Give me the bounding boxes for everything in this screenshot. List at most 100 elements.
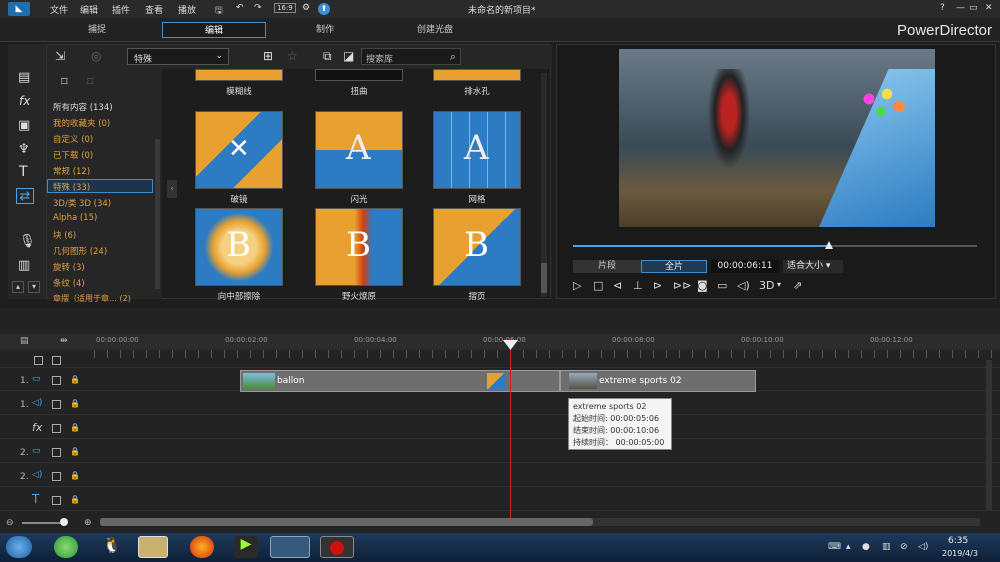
time-ruler[interactable]: 00:00:00:00 00:00:02:00 00:00:04:00 00:0…: [94, 334, 1000, 350]
category-item[interactable]: 所有内容 (134): [53, 101, 113, 113]
help-button[interactable]: ?: [940, 3, 945, 13]
view-mode-icon[interactable]: ◪: [343, 49, 354, 63]
save-icon[interactable]: 🖫: [215, 3, 223, 19]
redo-icon[interactable]: ↷: [254, 3, 262, 13]
play-icon[interactable]: ▷: [573, 279, 581, 292]
undock-icon[interactable]: ⇗: [793, 279, 802, 292]
chevron-down-icon[interactable]: ▾: [777, 280, 781, 289]
transition-thumbnail[interactable]: ✕: [195, 111, 283, 189]
category-scrollbar[interactable]: [155, 139, 160, 289]
category-item[interactable]: 块 (6): [53, 229, 76, 241]
pip-room-icon[interactable]: ▣: [18, 118, 30, 133]
video-clip[interactable]: extreme sports 02: [560, 370, 756, 392]
timecode-display[interactable]: 00:00:06:11: [711, 260, 779, 273]
tray-arrow-icon[interactable]: ▴: [846, 542, 851, 552]
track-enable-checkbox[interactable]: [52, 376, 61, 385]
fit-dropdown[interactable]: 适合大小 ▾: [783, 260, 843, 273]
menu-edit[interactable]: 编辑: [80, 3, 98, 16]
track-lock-icon[interactable]: 🔒: [70, 471, 80, 480]
preview-seekbar[interactable]: [573, 245, 977, 247]
search-icon[interactable]: ⌕: [450, 50, 456, 64]
track-lock-icon[interactable]: 🔒: [70, 399, 80, 408]
tab-capture[interactable]: 捕捉: [60, 22, 134, 38]
file-explorer-icon[interactable]: [138, 536, 168, 558]
transition-thumbnail[interactable]: [195, 69, 283, 81]
subtitles-icon[interactable]: ▭: [717, 279, 727, 292]
tab-produce[interactable]: 制作: [288, 22, 362, 38]
transition-thumbnail[interactable]: B: [195, 208, 283, 286]
wechat-icon[interactable]: ●: [862, 542, 870, 552]
category-item[interactable]: 我的收藏夹 (0): [53, 117, 110, 129]
zoom-out-icon[interactable]: ⊖: [6, 518, 14, 528]
track-lock-icon[interactable]: 🔒: [70, 375, 80, 384]
category-item[interactable]: 常规 (12): [53, 165, 90, 177]
stop-icon[interactable]: □: [593, 279, 603, 292]
voice-over-icon[interactable]: 🎙: [19, 234, 36, 249]
track-lock-icon[interactable]: 🔒: [70, 447, 80, 456]
transition-marker[interactable]: [487, 373, 505, 389]
category-item[interactable]: 几何图形 (24): [53, 245, 107, 257]
master-lock-checkbox[interactable]: [52, 356, 61, 365]
download-icon[interactable]: ◎: [91, 49, 101, 63]
record-taskbar-icon[interactable]: [320, 536, 354, 558]
clip-mode-button[interactable]: 片段: [573, 260, 641, 273]
restore-button[interactable]: ▭: [969, 3, 978, 13]
fit-view-icon[interactable]: ⇹: [60, 336, 68, 346]
firefox-icon[interactable]: [190, 536, 214, 558]
transition-thumbnail[interactable]: [315, 69, 403, 81]
favorite-icon[interactable]: ☆: [287, 49, 298, 63]
fx-room-icon[interactable]: fx: [19, 94, 30, 108]
add-effect-icon[interactable]: ⌑: [61, 75, 68, 90]
aspect-ratio-icon[interactable]: 16:9: [274, 3, 296, 13]
zoom-slider-handle[interactable]: [60, 518, 68, 526]
collapse-categories-icon[interactable]: ‹: [167, 180, 177, 198]
transition-thumbnail[interactable]: A: [433, 111, 521, 189]
zoom-in-icon[interactable]: ⊕: [84, 518, 92, 528]
qq-icon[interactable]: 🐧: [100, 536, 124, 558]
browser-360-icon[interactable]: [54, 536, 78, 558]
powerdirector-taskbar-icon[interactable]: [270, 536, 310, 558]
remove-effect-icon[interactable]: ⌑: [87, 75, 94, 90]
tab-create-disc[interactable]: 创建光盘: [398, 22, 472, 38]
import-icon[interactable]: ⇲: [55, 49, 65, 63]
title-room-icon[interactable]: T: [19, 164, 28, 180]
menu-plugins[interactable]: 插件: [112, 3, 130, 16]
search-field[interactable]: 搜索库 ⌕: [361, 48, 461, 65]
track-enable-checkbox[interactable]: [52, 496, 61, 505]
close-button[interactable]: ✕: [985, 3, 993, 13]
category-item[interactable]: Alpha (15): [53, 213, 97, 223]
track-enable-checkbox[interactable]: [52, 472, 61, 481]
volume-icon[interactable]: ◁): [918, 542, 928, 552]
volume-icon[interactable]: ◁): [737, 279, 750, 292]
menu-view[interactable]: 查看: [145, 3, 163, 16]
track-enable-checkbox[interactable]: [52, 400, 61, 409]
category-item[interactable]: 旋转 (3): [53, 261, 85, 273]
start-button-icon[interactable]: [6, 536, 32, 558]
timeline-vertical-scrollbar[interactable]: [986, 360, 992, 510]
minimize-button[interactable]: —: [956, 3, 965, 13]
transition-thumbnail[interactable]: [433, 69, 521, 81]
timeline-horizontal-scrollbar[interactable]: [100, 518, 980, 526]
track-manager-icon[interactable]: ▤: [20, 336, 29, 346]
master-enable-checkbox[interactable]: [34, 356, 43, 365]
media-room-icon[interactable]: ▤: [18, 70, 30, 85]
settings-gear-icon[interactable]: ⚙: [302, 3, 310, 13]
track-enable-checkbox[interactable]: [52, 424, 61, 433]
particle-room-icon[interactable]: ♆: [18, 142, 30, 157]
tab-edit[interactable]: 编辑: [162, 22, 266, 38]
full-mode-button[interactable]: 全片: [641, 260, 707, 273]
menu-file[interactable]: 文件: [50, 3, 68, 16]
undo-icon[interactable]: ↶: [236, 3, 244, 13]
fast-forward-icon[interactable]: ⊳⊳: [673, 279, 691, 292]
library-scrollbar[interactable]: [541, 73, 547, 297]
transition-thumbnail[interactable]: B: [315, 208, 403, 286]
add-to-timeline-icon[interactable]: ⊞: [263, 49, 273, 63]
next-frame-icon[interactable]: ⊳: [653, 279, 662, 292]
network-icon[interactable]: ▥: [882, 542, 891, 552]
split-icon[interactable]: ⊥: [633, 279, 643, 292]
track-lock-icon[interactable]: 🔒: [70, 423, 80, 432]
mode-3d-button[interactable]: 3D: [759, 279, 774, 292]
category-item-selected[interactable]: 特殊 (33): [53, 181, 90, 193]
track-lock-icon[interactable]: 🔒: [70, 495, 80, 504]
previous-frame-icon[interactable]: ⊲: [613, 279, 622, 292]
